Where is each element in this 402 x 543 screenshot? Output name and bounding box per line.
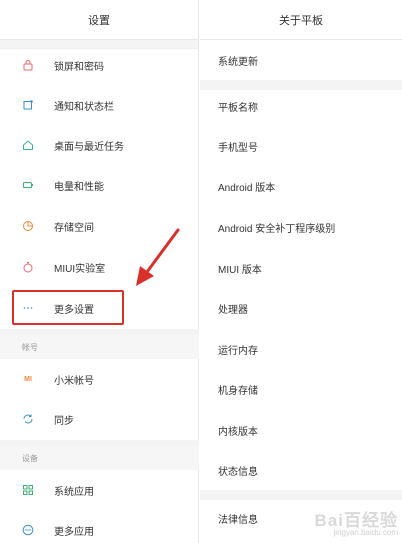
sidebar-item-more-apps[interactable]: 更多应用 — [0, 510, 199, 543]
about-item-security-patch[interactable]: Android 安全补丁程序级别 — [200, 207, 402, 247]
sidebar-item-desktop[interactable]: 桌面与最近任务 — [0, 125, 199, 165]
sidebar-item-label: 桌面与最近任务 — [54, 141, 124, 153]
about-item-kernel-version[interactable]: 内核版本 — [200, 410, 402, 450]
about-tablet-title: 关于平板 — [200, 0, 402, 40]
about-tablet-panel: 关于平板 系统更新 平板名称 手机型号 Android 版本 Android 安… — [200, 0, 402, 543]
settings-title: 设置 — [0, 0, 198, 40]
notification-icon — [22, 99, 34, 111]
sidebar-item-label: 锁屏和密码 — [54, 61, 104, 73]
section-header-account: 帐号 — [0, 335, 199, 359]
highlight-box — [12, 290, 124, 325]
section-header-device: 设备 — [0, 446, 199, 470]
about-item-miui-version[interactable]: MIUI 版本 — [200, 248, 402, 288]
sidebar-item-battery[interactable]: 电量和性能 — [0, 165, 199, 205]
about-item-system-update[interactable]: 系统更新 — [200, 40, 402, 80]
baidu-watermark: Bai百经验 jingyan.baidu.com — [315, 506, 398, 537]
mi-logo-text: MI — [24, 375, 32, 383]
mi-icon: MI — [22, 373, 34, 385]
sidebar-item-label: 存储空间 — [54, 222, 94, 234]
more-apps-icon — [22, 524, 34, 536]
about-item-storage[interactable]: 机身存储 — [200, 369, 402, 409]
sidebar-item-label: 系统应用 — [54, 486, 94, 498]
sidebar-item-notifications[interactable]: 通知和状态栏 — [0, 85, 199, 125]
sidebar-item-system-apps[interactable]: 系统应用 — [0, 470, 199, 510]
sidebar-item-label: 小米帐号 — [54, 375, 94, 387]
about-item-processor[interactable]: 处理器 — [200, 288, 402, 328]
sidebar-item-label: 电量和性能 — [54, 181, 104, 193]
sidebar-item-label: 通知和状态栏 — [54, 101, 114, 113]
about-item-android-version[interactable]: Android 版本 — [200, 166, 402, 206]
sidebar-item-lock-screen[interactable]: 锁屏和密码 — [0, 45, 199, 85]
sync-icon — [22, 413, 34, 425]
about-item-ram[interactable]: 运行内存 — [200, 329, 402, 369]
sidebar-item-sync[interactable]: 同步 — [0, 399, 199, 439]
sidebar-item-mi-account[interactable]: MI 小米帐号 — [0, 359, 199, 399]
apps-grid-icon — [22, 484, 34, 496]
lab-icon — [22, 261, 34, 273]
battery-icon — [22, 179, 34, 191]
sidebar-item-label: MIUI实验室 — [54, 263, 106, 275]
sidebar-item-label: 更多应用 — [54, 526, 94, 538]
about-item-status[interactable]: 状态信息 — [200, 450, 402, 490]
pointer-arrow-icon — [136, 228, 180, 286]
home-icon — [22, 139, 34, 151]
watermark-url: jingyan.baidu.com — [333, 528, 398, 537]
about-item-tablet-name[interactable]: 平板名称 — [200, 86, 402, 126]
about-item-model[interactable]: 手机型号 — [200, 126, 402, 166]
lock-icon — [22, 59, 34, 71]
sidebar-item-label: 同步 — [54, 415, 74, 427]
storage-icon — [22, 220, 34, 232]
